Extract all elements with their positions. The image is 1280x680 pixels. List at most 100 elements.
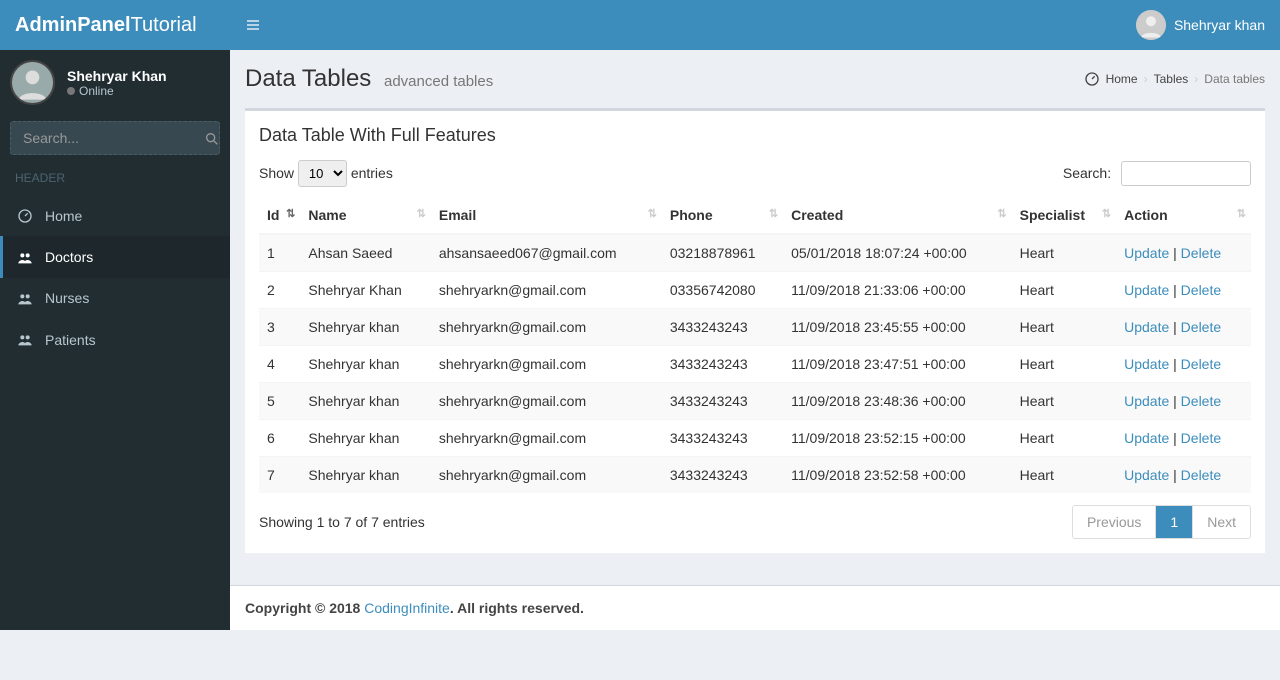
cell-name: Shehryar khan xyxy=(300,309,431,346)
cell-action: Update | Delete xyxy=(1116,346,1251,383)
cell-id: 7 xyxy=(259,457,300,494)
delete-link[interactable]: Delete xyxy=(1181,430,1221,446)
delete-link[interactable]: Delete xyxy=(1181,393,1221,409)
page-subtitle: advanced tables xyxy=(384,73,493,90)
update-link[interactable]: Update xyxy=(1124,245,1169,261)
update-link[interactable]: Update xyxy=(1124,467,1169,483)
prev-button[interactable]: Previous xyxy=(1073,506,1155,538)
next-button[interactable]: Next xyxy=(1192,506,1250,538)
delete-link[interactable]: Delete xyxy=(1181,467,1221,483)
col-email[interactable]: Email⇅ xyxy=(431,197,662,234)
delete-link[interactable]: Delete xyxy=(1181,245,1221,261)
cell-specialist: Heart xyxy=(1012,383,1116,420)
col-action[interactable]: Action⇅ xyxy=(1116,197,1251,234)
table-row: 6Shehryar khanshehryarkn@gmail.com343324… xyxy=(259,420,1251,457)
breadcrumb: Home › Tables › Data tables xyxy=(1084,71,1265,87)
brand-bold: AdminPanel xyxy=(15,14,131,37)
breadcrumb-home[interactable]: Home xyxy=(1106,72,1138,86)
update-link[interactable]: Update xyxy=(1124,282,1169,298)
menu-icon xyxy=(15,290,35,307)
table-info: Showing 1 to 7 of 7 entries xyxy=(259,514,425,530)
sidebar-item-label: Home xyxy=(45,208,82,224)
cell-id: 6 xyxy=(259,420,300,457)
sort-icon: ⇅ xyxy=(1102,207,1108,220)
cell-phone: 3433243243 xyxy=(662,420,783,457)
brand-logo[interactable]: AdminPanelTutorial xyxy=(0,0,230,50)
table-search-input[interactable] xyxy=(1121,161,1251,186)
topbar-user[interactable]: Shehryar khan xyxy=(1136,10,1265,40)
cell-specialist: Heart xyxy=(1012,457,1116,494)
avatar xyxy=(1136,10,1166,40)
page-1-button[interactable]: 1 xyxy=(1155,506,1192,538)
table-row: 7Shehryar khanshehryarkn@gmail.com343324… xyxy=(259,457,1251,494)
col-specialist[interactable]: Specialist⇅ xyxy=(1012,197,1116,234)
sidebar-item-doctors[interactable]: Doctors xyxy=(0,236,230,277)
cell-email: shehryarkn@gmail.com xyxy=(431,420,662,457)
cell-created: 11/09/2018 21:33:06 +00:00 xyxy=(783,272,1012,309)
cell-name: Shehryar khan xyxy=(300,457,431,494)
cell-phone: 03218878961 xyxy=(662,234,783,272)
status-dot-icon xyxy=(67,87,75,95)
dt-filter: Search: xyxy=(1063,161,1251,186)
cell-created: 11/09/2018 23:48:36 +00:00 xyxy=(783,383,1012,420)
col-name[interactable]: Name⇅ xyxy=(300,197,431,234)
cell-action: Update | Delete xyxy=(1116,272,1251,309)
breadcrumb-tables[interactable]: Tables xyxy=(1154,72,1189,86)
cell-email: shehryarkn@gmail.com xyxy=(431,346,662,383)
sidebar-item-label: Doctors xyxy=(45,249,93,265)
cell-id: 4 xyxy=(259,346,300,383)
chevron-right-icon: › xyxy=(1144,72,1148,86)
delete-link[interactable]: Delete xyxy=(1181,319,1221,335)
cell-specialist: Heart xyxy=(1012,272,1116,309)
col-id[interactable]: Id⇅ xyxy=(259,197,300,234)
cell-specialist: Heart xyxy=(1012,234,1116,272)
cell-name: Shehryar khan xyxy=(300,346,431,383)
sort-icon: ⇅ xyxy=(286,207,292,220)
pagination: Previous 1 Next xyxy=(1072,505,1251,539)
cell-name: Shehryar khan xyxy=(300,420,431,457)
cell-specialist: Heart xyxy=(1012,346,1116,383)
breadcrumb-current: Data tables xyxy=(1204,72,1265,86)
cell-created: 11/09/2018 23:52:58 +00:00 xyxy=(783,457,1012,494)
delete-link[interactable]: Delete xyxy=(1181,282,1221,298)
search-icon[interactable] xyxy=(204,129,220,146)
cell-phone: 3433243243 xyxy=(662,457,783,494)
sidebar-item-nurses[interactable]: Nurses xyxy=(0,278,230,319)
cell-action: Update | Delete xyxy=(1116,420,1251,457)
update-link[interactable]: Update xyxy=(1124,356,1169,372)
delete-link[interactable]: Delete xyxy=(1181,356,1221,372)
sort-icon: ⇅ xyxy=(997,207,1003,220)
footer-link[interactable]: CodingInfinite xyxy=(364,600,450,616)
update-link[interactable]: Update xyxy=(1124,393,1169,409)
cell-email: shehryarkn@gmail.com xyxy=(431,383,662,420)
cell-action: Update | Delete xyxy=(1116,383,1251,420)
page-title: Data Tables advanced tables xyxy=(245,65,493,93)
sidebar-item-home[interactable]: Home xyxy=(0,195,230,236)
search-input[interactable] xyxy=(23,130,204,146)
data-table: Id⇅Name⇅Email⇅Phone⇅Created⇅Specialist⇅A… xyxy=(259,197,1251,493)
col-created[interactable]: Created⇅ xyxy=(783,197,1012,234)
sidebar-header: HEADER xyxy=(0,161,230,195)
sort-icon: ⇅ xyxy=(417,207,423,220)
cell-phone: 3433243243 xyxy=(662,346,783,383)
cell-id: 5 xyxy=(259,383,300,420)
avatar xyxy=(10,60,55,105)
cell-action: Update | Delete xyxy=(1116,309,1251,346)
cell-specialist: Heart xyxy=(1012,309,1116,346)
entries-select[interactable]: 10 xyxy=(298,160,347,187)
footer: Copyright © 2018 CodingInfinite. All rig… xyxy=(230,585,1280,630)
table-row: 5Shehryar khanshehryarkn@gmail.com343324… xyxy=(259,383,1251,420)
update-link[interactable]: Update xyxy=(1124,430,1169,446)
sort-icon: ⇅ xyxy=(648,207,654,220)
sidebar-item-patients[interactable]: Patients xyxy=(0,319,230,360)
sidebar-search[interactable] xyxy=(10,121,220,155)
hamburger-icon[interactable] xyxy=(245,16,261,34)
update-link[interactable]: Update xyxy=(1124,319,1169,335)
user-name: Shehryar Khan xyxy=(67,68,167,84)
cell-created: 11/09/2018 23:45:55 +00:00 xyxy=(783,309,1012,346)
col-phone[interactable]: Phone⇅ xyxy=(662,197,783,234)
cell-created: 11/09/2018 23:47:51 +00:00 xyxy=(783,346,1012,383)
menu-icon xyxy=(15,207,35,224)
cell-name: Shehryar Khan xyxy=(300,272,431,309)
cell-action: Update | Delete xyxy=(1116,234,1251,272)
